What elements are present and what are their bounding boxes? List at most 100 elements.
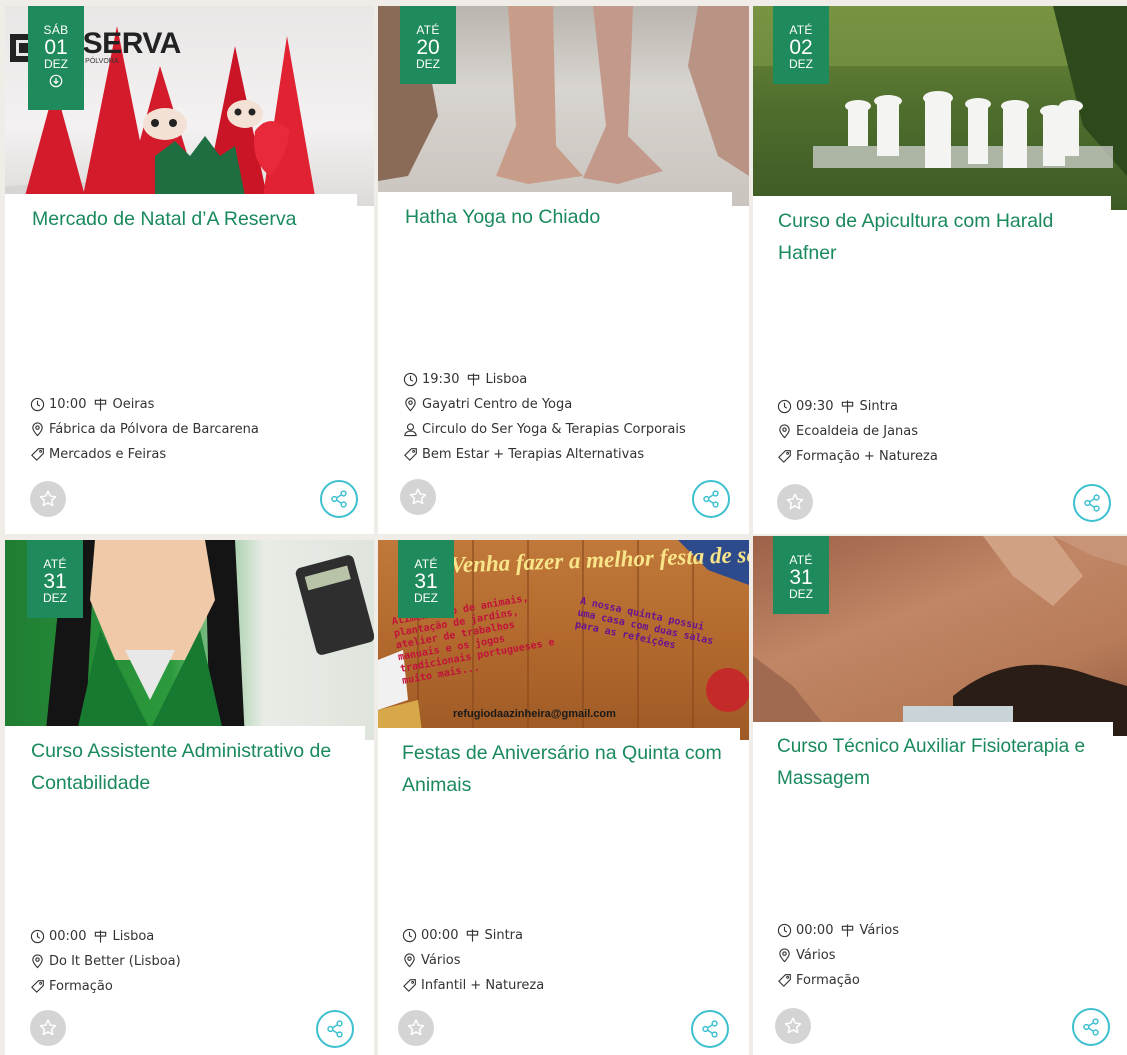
favorite-button[interactable] (400, 479, 436, 515)
event-title-box: Festas de Aniversário na Quinta com Anim… (378, 728, 740, 848)
event-city[interactable]: Sintra (859, 394, 898, 419)
event-card[interactable]: RESERVA FÁBRICA DA PÓLVORA SÁB 01 DEZ Me… (5, 6, 374, 534)
user-icon (403, 422, 418, 437)
venue-row: Fábrica da Pólvora de Barcarena (26, 417, 366, 442)
event-venue[interactable]: Gayatri Centro de Yoga (422, 392, 572, 417)
event-image[interactable]: RESERVA FÁBRICA DA PÓLVORA SÁB 01 DEZ (5, 6, 374, 206)
tag-icon (402, 978, 417, 993)
time-city-row: 09:30 Sintra (773, 394, 1119, 419)
clock-icon (402, 928, 417, 943)
event-category[interactable]: Infantil + Natureza (421, 973, 544, 998)
tag-icon (403, 447, 418, 462)
category-row: Mercados e Feiras (26, 442, 366, 467)
map-pin-icon (402, 953, 417, 968)
event-city[interactable]: Lisboa (485, 367, 527, 392)
date-month: DEZ (414, 591, 438, 605)
event-image[interactable]: ATÉ 31 DEZ (5, 540, 374, 740)
event-venue[interactable]: Vários (796, 943, 836, 968)
tag-icon (777, 973, 792, 988)
share-button[interactable] (316, 1010, 354, 1048)
banner-email: refugiodaazinheira@gmail.com (453, 708, 616, 720)
share-icon (1080, 1016, 1102, 1038)
event-card[interactable]: ATÉ 31 DEZ Curso Técnico Auxiliar Fisiot… (753, 536, 1127, 1055)
venue-row: Gayatri Centro de Yoga (399, 392, 741, 417)
time-city-row: 00:00 Vários (773, 918, 1119, 943)
event-title[interactable]: Festas de Aniversário na Quinta com Anim… (402, 737, 724, 801)
share-icon (328, 488, 350, 510)
signpost-icon (93, 397, 108, 412)
time-city-row: 00:00 Sintra (398, 923, 741, 948)
event-venue[interactable]: Fábrica da Pólvora de Barcarena (49, 417, 259, 442)
share-button[interactable] (1072, 1008, 1110, 1046)
share-button[interactable] (692, 480, 730, 518)
event-card[interactable]: Venha fazer a melhor festa de sempre... … (378, 540, 749, 1055)
date-month: DEZ (789, 57, 813, 71)
event-city[interactable]: Lisboa (112, 924, 154, 949)
date-day: 01 (44, 36, 68, 59)
event-venue[interactable]: Vários (421, 948, 461, 973)
event-category[interactable]: Mercados e Feiras (49, 442, 166, 467)
share-button[interactable] (691, 1010, 729, 1048)
venue-row: Ecoaldeia de Janas (773, 419, 1119, 444)
date-day: 31 (43, 570, 67, 593)
star-icon (784, 491, 806, 513)
event-image[interactable]: Venha fazer a melhor festa de sempre... … (378, 540, 749, 740)
map-pin-icon (777, 948, 792, 963)
date-badge: ATÉ 20 DEZ (400, 6, 456, 84)
event-title-box: Curso Assistente Administrativo de Conta… (5, 726, 365, 846)
event-venue[interactable]: Ecoaldeia de Janas (796, 419, 918, 444)
event-time: 00:00 (796, 923, 834, 938)
favorite-button[interactable] (30, 1010, 66, 1046)
time-city-row: 10:00 Oeiras (26, 392, 366, 417)
event-card[interactable]: ATÉ 31 DEZ Curso Assistente Administrati… (5, 540, 374, 1055)
share-button[interactable] (320, 480, 358, 518)
date-badge: ATÉ 02 DEZ (773, 6, 829, 84)
event-organizer[interactable]: Circulo do Ser Yoga & Terapias Corporais (422, 417, 686, 442)
date-month: DEZ (416, 57, 440, 71)
event-image[interactable]: ATÉ 02 DEZ (753, 6, 1127, 210)
favorite-button[interactable] (775, 1008, 811, 1044)
event-card[interactable]: ATÉ 20 DEZ Hatha Yoga no Chiado 19:30 Li… (378, 6, 749, 534)
clock-icon (403, 372, 418, 387)
event-image[interactable]: ATÉ 31 DEZ (753, 536, 1127, 736)
event-time: 00:00 (421, 928, 459, 943)
event-title[interactable]: Curso Assistente Administrativo de Conta… (31, 735, 349, 799)
map-pin-icon (777, 424, 792, 439)
event-category[interactable]: Formação (49, 974, 113, 999)
event-image[interactable]: ATÉ 20 DEZ (378, 6, 749, 206)
event-category[interactable]: Bem Estar + Terapias Alternativas (422, 442, 644, 467)
share-icon (700, 488, 722, 510)
date-badge: SÁB 01 DEZ (28, 6, 84, 110)
event-title[interactable]: Hatha Yoga no Chiado (405, 201, 716, 233)
event-meta: 19:30 Lisboa Gayatri Centro de Yoga Circ… (399, 367, 741, 467)
event-title-box: Curso Técnico Auxiliar Fisioterapia e Ma… (753, 722, 1113, 842)
event-city[interactable]: Sintra (484, 923, 523, 948)
share-button[interactable] (1073, 484, 1111, 522)
event-category[interactable]: Formação (796, 968, 860, 993)
signpost-icon (840, 923, 855, 938)
event-category[interactable]: Formação + Natureza (796, 444, 938, 469)
signpost-icon (465, 928, 480, 943)
download-circle-icon[interactable] (28, 74, 84, 91)
event-city[interactable]: Vários (859, 918, 899, 943)
signpost-icon (840, 399, 855, 414)
share-icon (324, 1018, 346, 1040)
event-title[interactable]: Mercado de Natal d’A Reserva (32, 203, 341, 235)
date-month: DEZ (43, 591, 67, 605)
event-venue[interactable]: Do It Better (Lisboa) (49, 949, 181, 974)
event-title-box: Curso de Apicultura com Harald Hafner (753, 196, 1111, 316)
event-title[interactable]: Curso Técnico Auxiliar Fisioterapia e Ma… (777, 731, 1113, 795)
event-city[interactable]: Oeiras (112, 392, 154, 417)
venue-row: Do It Better (Lisboa) (26, 949, 366, 974)
favorite-button[interactable] (30, 481, 66, 517)
time-city-row: 19:30 Lisboa (399, 367, 741, 392)
event-time: 00:00 (49, 929, 87, 944)
time-city-row: 00:00 Lisboa (26, 924, 366, 949)
category-row: Formação (26, 974, 366, 999)
favorite-button[interactable] (398, 1010, 434, 1046)
event-title[interactable]: Curso de Apicultura com Harald Hafner (778, 205, 1095, 269)
tag-icon (777, 449, 792, 464)
date-badge: ATÉ 31 DEZ (398, 540, 454, 618)
favorite-button[interactable] (777, 484, 813, 520)
event-card[interactable]: ATÉ 02 DEZ Curso de Apicultura com Haral… (753, 6, 1127, 534)
